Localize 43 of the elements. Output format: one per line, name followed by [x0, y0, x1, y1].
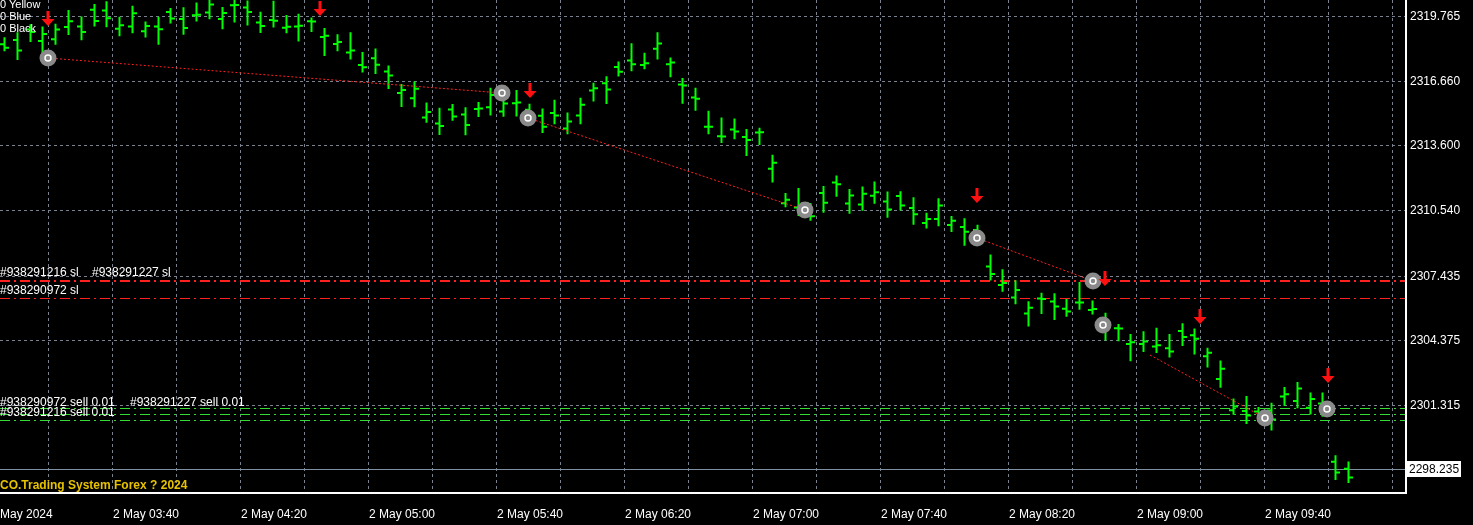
- trade-marker-icon: [968, 229, 986, 247]
- trade-marker-icon: [796, 201, 814, 219]
- time-tick-label: May 2024: [0, 507, 53, 521]
- time-tick-label: 2 May 07:40: [881, 507, 948, 521]
- time-tick-label: 2 May 03:40: [113, 507, 180, 521]
- time-tick-label: 2 May 05:40: [497, 507, 564, 521]
- price-tick-label: 2316.660: [1410, 74, 1461, 88]
- time-tick-label: 2 May 06:20: [625, 507, 692, 521]
- stop-loss-label: #938291227 sl: [92, 266, 171, 279]
- trade-marker-icon: [39, 49, 57, 67]
- time-tick-label: 2 May 09:40: [1265, 507, 1332, 521]
- stop-loss-label: #938290972 sl: [0, 284, 79, 297]
- price-tick-label: 2319.765: [1410, 9, 1461, 23]
- current-price-label: 2298.235: [1407, 461, 1462, 477]
- down-arrow-icon: [1321, 368, 1335, 383]
- time-tick-label: 2 May 05:00: [369, 507, 436, 521]
- order-label: #938290972 sell 0.01: [0, 396, 115, 409]
- indicator-label: 0 Yellow: [0, 0, 41, 10]
- trade-marker-icon: [519, 109, 537, 127]
- down-arrow-icon: [1098, 271, 1112, 286]
- indicator-label: 0 Blue: [0, 10, 33, 22]
- trade-marker-icon: [1094, 316, 1112, 334]
- stop-loss-label: #938291216 sl: [0, 266, 79, 279]
- down-arrow-icon: [1193, 309, 1207, 324]
- price-tick-label: 2313.600: [1410, 138, 1461, 152]
- price-tick-label: 2304.375: [1410, 333, 1461, 347]
- price-tick-label: 2301.315: [1410, 398, 1461, 412]
- time-tick-label: 2 May 09:00: [1137, 507, 1204, 521]
- price-tick-label: 2310.540: [1410, 203, 1461, 217]
- down-arrow-icon: [523, 83, 537, 98]
- trade-marker-icon: [1318, 400, 1336, 418]
- copyright-text: CO.Trading System Forex ? 2024: [0, 477, 188, 494]
- price-tick-label: 2307.435: [1410, 269, 1461, 283]
- down-arrow-icon: [313, 1, 327, 16]
- time-tick-label: 2 May 07:00: [753, 507, 820, 521]
- down-arrow-icon: [970, 188, 984, 203]
- time-tick-label: 2 May 08:20: [1009, 507, 1076, 521]
- trade-marker-icon: [1256, 409, 1274, 427]
- order-label: #938291227 sell 0.01: [130, 396, 245, 409]
- trade-marker-icon: [1084, 272, 1102, 290]
- time-tick-label: 2 May 04:20: [241, 507, 308, 521]
- down-arrow-icon: [41, 11, 55, 26]
- trade-marker-icon: [493, 84, 511, 102]
